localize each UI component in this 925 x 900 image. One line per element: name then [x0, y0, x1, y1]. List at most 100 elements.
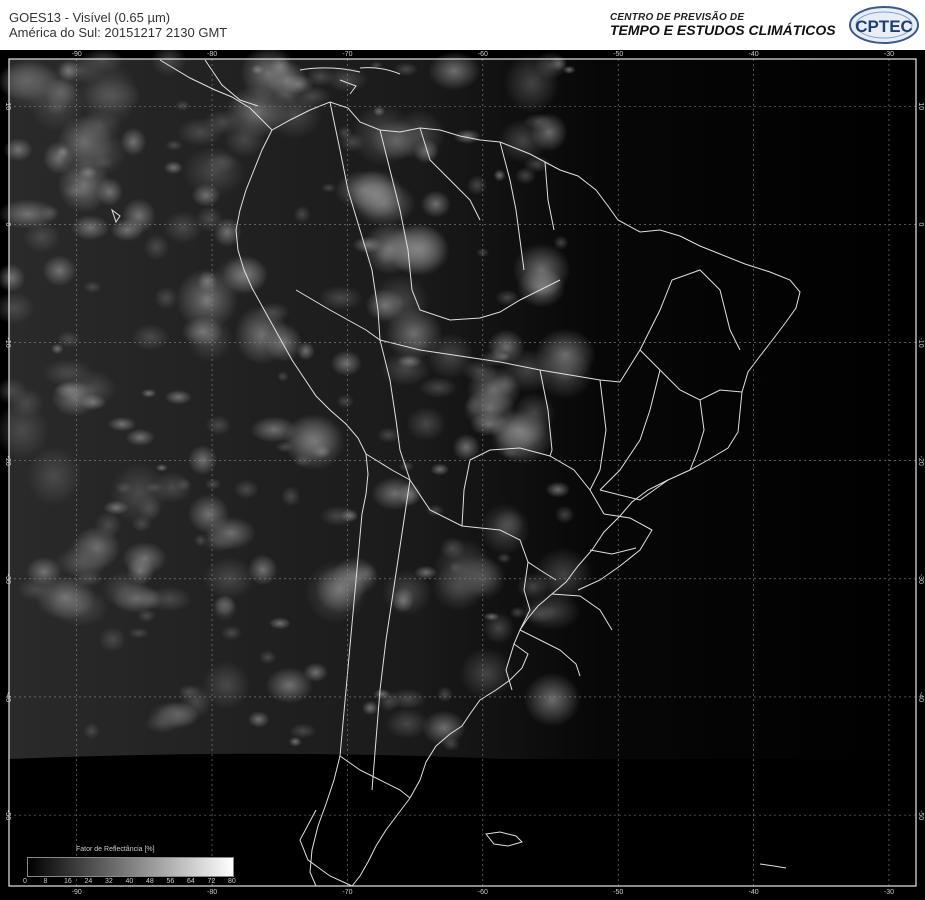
- longitude-label: -90: [72, 889, 82, 896]
- cloud-patch: [391, 588, 415, 613]
- cloud-patch: [175, 100, 191, 111]
- colorbar-tick-label: 64: [187, 878, 195, 885]
- cloud-patch: [26, 446, 82, 506]
- cloud-patch: [180, 684, 213, 719]
- colorbar: [27, 857, 234, 877]
- header: GOES13 - Visível (0.65 µm) América do Su…: [0, 0, 925, 50]
- cloud-patch: [469, 412, 509, 437]
- latitude-label: -50: [4, 810, 11, 820]
- cloud-patch: [101, 571, 149, 609]
- cloud-patch: [250, 64, 265, 75]
- colorbar-tick-label: 24: [84, 878, 93, 885]
- longitude-label: -40: [748, 889, 758, 896]
- cloud-patch: [144, 482, 164, 493]
- cloud-patch: [83, 280, 102, 294]
- cloud-patch: [553, 235, 569, 250]
- cloud-patch: [176, 117, 225, 147]
- cloud-patch: [533, 51, 568, 80]
- cloud-patch: [141, 388, 157, 398]
- cloud-patch: [448, 561, 463, 574]
- cloud-patch: [483, 612, 500, 621]
- longitude-label: -70: [342, 51, 352, 58]
- cloud-patch: [336, 394, 355, 409]
- latitude-label: -50: [917, 810, 924, 820]
- cloud-patch: [187, 494, 230, 535]
- longitude-label: -60: [478, 51, 488, 58]
- cloud-patch: [385, 708, 429, 739]
- cloud-patch: [459, 647, 514, 700]
- cloud-patch: [233, 479, 260, 500]
- longitude-label: -40: [748, 51, 758, 58]
- latitude-label: -30: [4, 574, 11, 584]
- cloud-patch: [70, 214, 110, 241]
- colorbar-tick-label: 32: [105, 878, 113, 885]
- cloud-patch: [83, 722, 100, 740]
- cloud-patch: [182, 145, 246, 197]
- cloud-patch: [51, 343, 64, 355]
- cloud-patch: [293, 453, 313, 468]
- cloud-patch: [3, 138, 33, 162]
- cloud-patch: [121, 541, 167, 576]
- cloud-patch: [352, 180, 416, 226]
- latitude-label: -40: [917, 692, 924, 702]
- cloud-patch: [420, 190, 451, 218]
- latitude-label: -30: [917, 574, 924, 584]
- cloud-patch: [512, 392, 556, 434]
- cloud-patch: [276, 371, 289, 382]
- cloud-patch: [466, 175, 488, 196]
- cloud-patch: [94, 511, 122, 539]
- cloud-patch: [545, 481, 571, 498]
- cloud-patch: [247, 711, 270, 728]
- latitude-label: -20: [917, 456, 924, 466]
- cloud-patch: [478, 350, 511, 367]
- cloud-patch: [163, 161, 184, 175]
- cloud-patch: [155, 463, 168, 472]
- cloud-patch: [114, 481, 134, 495]
- cloud-patch: [144, 712, 180, 734]
- colorbar-tick-label: 0: [23, 878, 27, 885]
- colorbar-tick-label: 16: [64, 878, 72, 885]
- latitude-label: 10: [917, 102, 924, 110]
- colorbar-tick-label: 8: [43, 878, 48, 885]
- cloud-patch: [204, 478, 222, 491]
- cloud-patch: [289, 723, 317, 739]
- product-title: GOES13 - Visível (0.65 µm): [9, 10, 171, 25]
- cloud-patch: [83, 79, 142, 113]
- cloud-patch: [125, 428, 155, 447]
- longitude-label: -70: [342, 889, 352, 896]
- cloud-patch: [396, 354, 423, 368]
- cloud-patch: [42, 255, 77, 287]
- latitude-label: -40: [4, 692, 11, 702]
- longitude-label: -60: [478, 889, 488, 896]
- cloud-patch: [154, 286, 179, 310]
- cloud-patch: [98, 626, 127, 652]
- cloud-patch: [202, 528, 237, 553]
- cloud-patch: [187, 444, 218, 476]
- cloud-patch: [137, 608, 157, 623]
- cloud-patch: [220, 625, 243, 641]
- region-timestamp: América do Sul: 20151217 2130 GMT: [9, 25, 228, 40]
- cloud-patch: [389, 688, 427, 710]
- cloud-patch: [211, 594, 238, 622]
- cloud-patch: [164, 389, 193, 405]
- latitude-label: -10: [917, 337, 924, 347]
- longitude-label: -90: [72, 51, 82, 58]
- cloud-patch: [17, 576, 55, 602]
- longitude-label: -30: [884, 51, 894, 58]
- cloud-patch: [465, 395, 485, 416]
- colorbar-tick-label: 48: [146, 878, 154, 885]
- longitude-label: -80: [207, 51, 217, 58]
- cloud-patch: [181, 316, 224, 347]
- cloud-patch: [433, 538, 493, 603]
- cloud-patch: [393, 62, 419, 77]
- cloud-patch: [436, 686, 454, 703]
- cloud-patch: [350, 103, 414, 167]
- cloud-patch: [163, 210, 203, 244]
- cloud-patch: [131, 323, 170, 351]
- latitude-label: -10: [4, 337, 11, 347]
- cloud-patch: [284, 413, 345, 471]
- cloud-patch: [414, 565, 438, 580]
- cloud-patch: [128, 627, 150, 639]
- cloud-patch: [280, 486, 301, 507]
- cloud-patch: [330, 350, 363, 377]
